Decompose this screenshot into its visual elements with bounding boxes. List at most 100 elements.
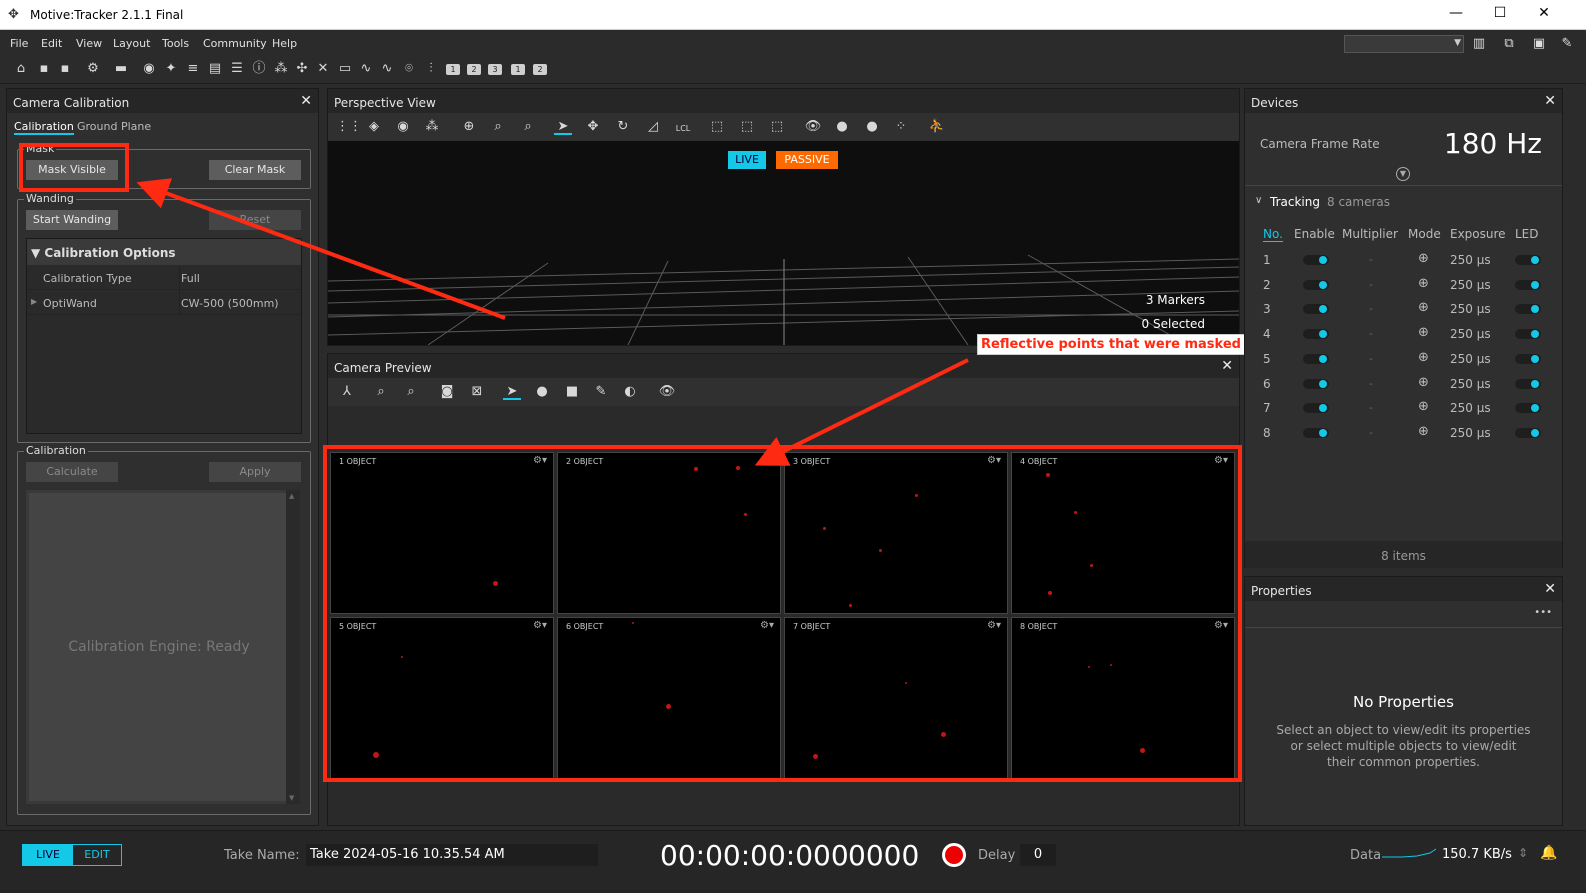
led-toggle[interactable] <box>1515 255 1541 265</box>
device-row[interactable]: 8 - ⊕ 250 µs <box>1245 422 1545 446</box>
led-toggle[interactable] <box>1515 279 1541 290</box>
chevron-down-icon[interactable]: ∨ <box>1255 195 1262 206</box>
broadcast-icon[interactable]: ⌾ <box>400 61 418 77</box>
option-row[interactable]: Calibration Type Full <box>27 266 301 290</box>
header-mode[interactable]: Mode <box>1408 227 1441 241</box>
zoom-in-icon[interactable]: ⊕ <box>460 119 478 135</box>
scale-icon[interactable]: ◿ <box>644 119 662 135</box>
select-icon[interactable]: ➤ <box>554 119 572 135</box>
tag-icon[interactable]: ▭ <box>336 61 354 77</box>
view-layout-4[interactable]: 1 <box>511 64 525 75</box>
led-toggle[interactable] <box>1515 304 1541 315</box>
crosshair-mode-icon[interactable]: ⊕ <box>1418 300 1429 315</box>
reset-button[interactable]: Reset <box>209 210 301 230</box>
crosshair-mode-icon[interactable]: ⊕ <box>1418 350 1429 365</box>
layout-combo[interactable]: ▼ <box>1344 35 1464 53</box>
graph2-icon[interactable]: ∿ <box>378 61 396 77</box>
view-layout-1[interactable]: 1 <box>446 64 460 75</box>
device-row[interactable]: 7 - ⊕ 250 µs <box>1245 397 1545 421</box>
sync-icon[interactable]: ⫶ <box>422 61 440 77</box>
info-icon[interactable]: ⓘ <box>250 61 268 77</box>
graph-icon[interactable]: ∿ <box>357 61 375 77</box>
enable-toggle[interactable] <box>1303 353 1329 364</box>
rotate-icon[interactable]: ↻ <box>614 119 632 135</box>
start-wanding-button[interactable]: Start Wanding <box>26 210 118 230</box>
close-icon[interactable]: ✕ <box>300 93 312 109</box>
view-layout-5[interactable]: 2 <box>533 64 547 75</box>
markers-icon[interactable]: ⁘ <box>892 119 910 135</box>
crosshair-mode-icon[interactable]: ⊕ <box>1418 375 1429 390</box>
device-row[interactable]: 2 - ⊕ 250 µs <box>1245 274 1545 298</box>
exposure-value[interactable]: 250 µs <box>1450 377 1491 391</box>
circle-mask-icon[interactable]: ● <box>533 384 551 400</box>
scroll-up-icon[interactable]: ▲ <box>289 492 294 500</box>
expand-icon[interactable]: ⇕ <box>1518 846 1528 860</box>
device-icon[interactable]: ▤ <box>206 61 224 77</box>
save-icon[interactable]: ▪ <box>35 61 53 77</box>
zoom-in-icon[interactable]: ⌕ <box>372 384 390 400</box>
menu-view[interactable]: View <box>76 37 102 50</box>
header-multiplier[interactable]: Multiplier <box>1342 227 1398 241</box>
crosshair-mode-icon[interactable]: ⊕ <box>1418 251 1429 266</box>
tab-ground-plane[interactable]: Ground Plane <box>77 120 151 133</box>
brush-icon[interactable]: ✎ <box>592 384 610 400</box>
header-led[interactable]: LED <box>1515 227 1539 241</box>
led-toggle[interactable] <box>1515 427 1541 438</box>
tracking-label[interactable]: Tracking <box>1270 195 1320 209</box>
take-name-input[interactable]: Take 2024-05-16 10.35.54 AM <box>306 844 598 866</box>
header-no[interactable]: No. <box>1263 227 1283 242</box>
options-header[interactable]: ▼ Calibration Options <box>27 239 301 265</box>
live-mode-button[interactable]: LIVE <box>23 845 73 865</box>
delay-input[interactable]: 0 <box>1020 844 1056 866</box>
enable-toggle[interactable] <box>1303 279 1329 290</box>
exposure-value[interactable]: 250 µs <box>1450 302 1491 316</box>
marker-icon[interactable]: ● <box>833 119 851 135</box>
move-icon[interactable]: ✥ <box>584 119 602 135</box>
save-all-icon[interactable]: ▪ <box>56 61 74 77</box>
menu-help[interactable]: Help <box>272 37 297 50</box>
clear-mask-button[interactable]: Clear Mask <box>209 160 301 180</box>
panel-icon[interactable]: ▬ <box>112 61 130 77</box>
scrollbar[interactable]: ▲ ▼ <box>286 490 300 804</box>
crosshair-mode-icon[interactable]: ⊕ <box>1418 399 1429 414</box>
frame-rate-value[interactable]: 180 Hz <box>1444 127 1542 160</box>
enable-toggle[interactable] <box>1303 304 1329 315</box>
bell-icon[interactable]: 🔔 <box>1540 845 1557 861</box>
scroll-down-icon[interactable]: ▼ <box>289 794 294 802</box>
cube-icon[interactable]: ◈ <box>365 119 383 135</box>
maximize-button[interactable]: ☐ <box>1490 5 1510 25</box>
exposure-value[interactable]: 250 µs <box>1450 352 1491 366</box>
zoom-out-icon[interactable]: ⌕ <box>402 384 420 400</box>
list-icon[interactable]: ☰ <box>228 61 246 77</box>
mask-remove-icon[interactable]: ⊠ <box>468 384 486 400</box>
close-icon[interactable]: ✕ <box>1544 93 1556 109</box>
apply-button[interactable]: Apply <box>209 462 301 482</box>
rigidbody-icon[interactable]: ✣ <box>293 61 311 77</box>
exposure-value[interactable]: 250 µs <box>1450 401 1491 415</box>
led-toggle[interactable] <box>1515 329 1541 340</box>
expand-arrow-icon[interactable]: ▶ <box>31 297 37 306</box>
enable-toggle[interactable] <box>1303 378 1329 389</box>
mask-add-icon[interactable]: ◙ <box>438 384 456 400</box>
local-space-icon[interactable]: LCL <box>674 121 692 137</box>
menu-file[interactable]: File <box>10 37 28 50</box>
exposure-value[interactable]: 250 µs <box>1450 278 1491 292</box>
edit-layout-icon[interactable]: ✎ <box>1558 36 1576 52</box>
calculate-button[interactable]: Calculate <box>26 462 118 482</box>
axis-icon[interactable]: ⅄ <box>338 384 356 400</box>
view-layout-2[interactable]: 2 <box>467 64 481 75</box>
grid-icon[interactable]: ⋮⋮ <box>336 119 362 135</box>
select-region3-icon[interactable]: ⬚ <box>768 119 786 135</box>
led-toggle[interactable] <box>1515 378 1541 389</box>
marker2-icon[interactable]: ● <box>863 119 881 135</box>
rect-mask-icon[interactable]: ■ <box>563 384 581 400</box>
device-row[interactable]: 4 - ⊕ 250 µs <box>1245 323 1545 347</box>
select-icon[interactable]: ➤ <box>503 384 521 400</box>
camera-view-icon[interactable]: ▣ <box>1530 36 1548 52</box>
minimize-button[interactable]: — <box>1446 5 1466 25</box>
crosshair-mode-icon[interactable]: ⊕ <box>1418 424 1429 439</box>
camera-icon[interactable]: ◉ <box>394 119 412 135</box>
header-exposure[interactable]: Exposure <box>1450 227 1506 241</box>
settings-icon[interactable]: ⚙ <box>84 61 102 77</box>
enable-toggle[interactable] <box>1303 427 1329 438</box>
